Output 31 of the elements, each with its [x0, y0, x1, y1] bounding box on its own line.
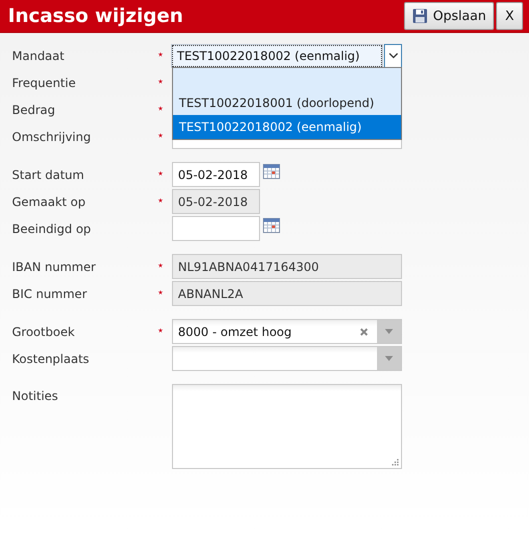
calendar-icon[interactable]: [263, 218, 280, 233]
dropdown-option[interactable]: TEST10022018001 (doorlopend): [173, 91, 401, 115]
field-label: Grootboek: [12, 324, 76, 338]
caret-icon: [385, 356, 393, 361]
dropdown-button[interactable]: [384, 44, 402, 68]
combo-field[interactable]: 8000 - omzet hoog: [172, 319, 402, 344]
field-label: Notities: [12, 389, 60, 403]
field-label: Kostenplaats: [12, 352, 90, 366]
dropdown-field[interactable]: TEST10022018002 (eenmalig): [172, 45, 382, 67]
calendar-icon[interactable]: [263, 164, 280, 179]
field-label: BIC nummer: [12, 286, 88, 300]
resize-grip-icon[interactable]: [392, 459, 399, 466]
field-label: Bedrag: [12, 102, 56, 116]
field-label: Start datum: [12, 168, 86, 182]
field-label: IBAN nummer: [12, 260, 97, 274]
close-button[interactable]: X: [496, 2, 523, 30]
chevron-down-icon: [388, 52, 398, 58]
date-field[interactable]: 05-02-2018: [172, 162, 260, 187]
notes-field[interactable]: [172, 384, 402, 469]
field-label: Beeindigd op: [12, 222, 92, 236]
window-title: Incasso wijzigen: [8, 5, 184, 27]
field-label: Frequentie: [12, 76, 77, 90]
field-label: Omschrijving: [12, 130, 92, 144]
caret-icon: [385, 329, 393, 334]
field-label: Gemaakt op: [12, 194, 87, 208]
save-button[interactable]: Opslaan: [404, 2, 494, 30]
combo-field[interactable]: [172, 346, 402, 371]
dropdown-option[interactable]: TEST10022018002 (eenmalig): [173, 115, 401, 139]
field-label: Mandaat: [12, 48, 66, 62]
date-field[interactable]: [172, 216, 260, 241]
clear-icon[interactable]: [360, 328, 368, 336]
